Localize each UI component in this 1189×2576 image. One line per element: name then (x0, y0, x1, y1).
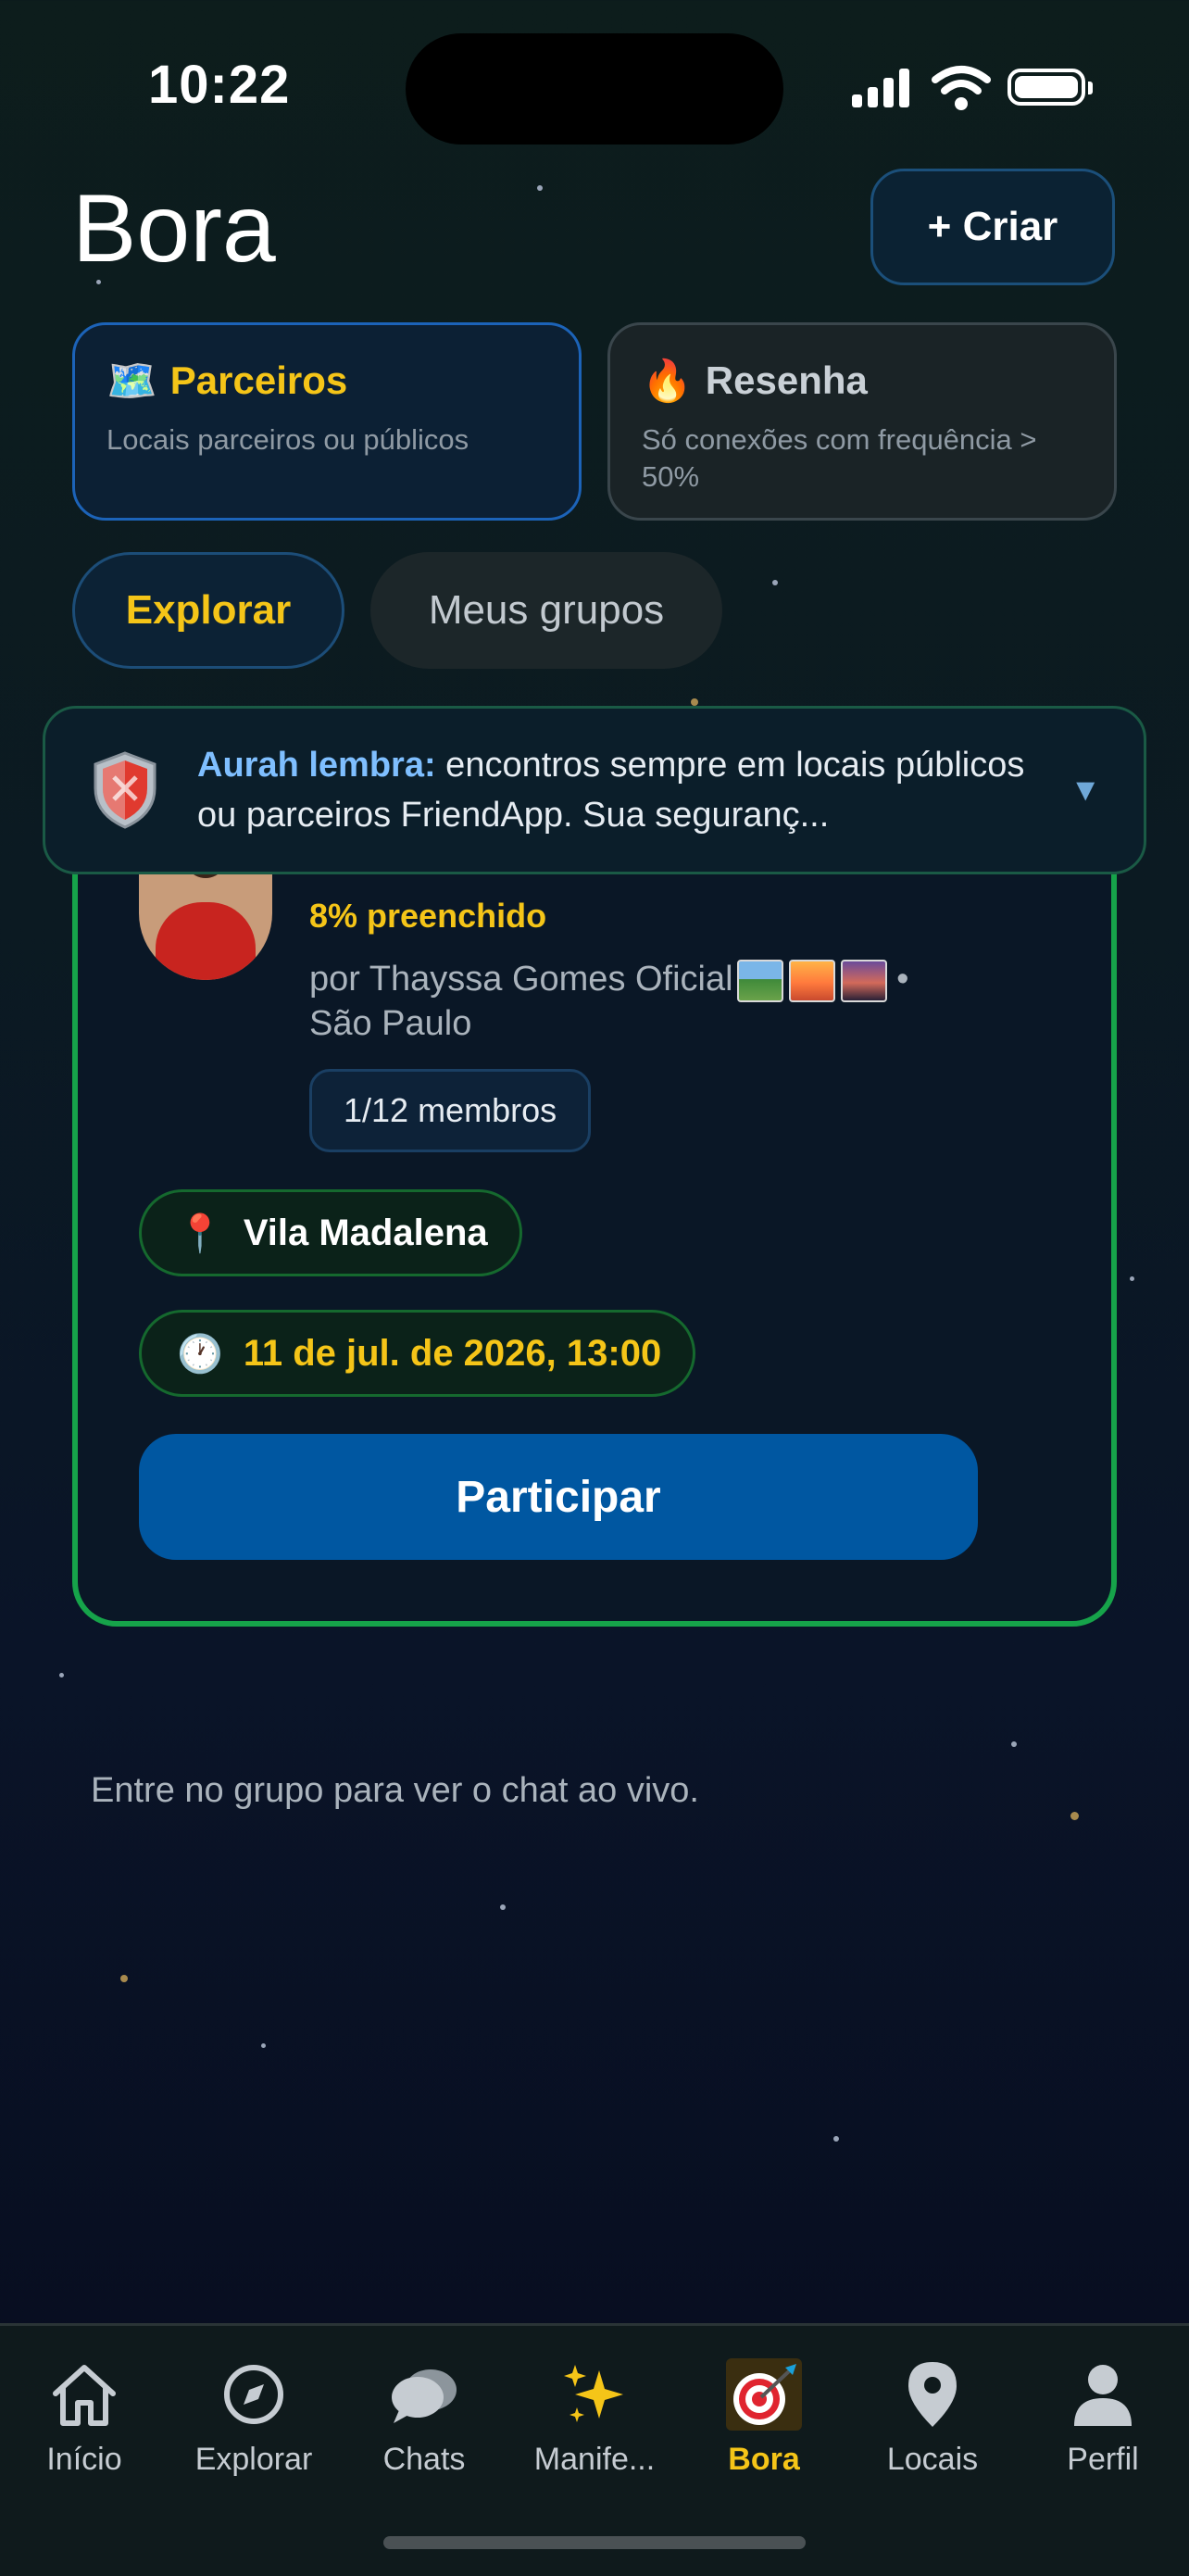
fill-percentage: 8% preenchido (309, 897, 547, 935)
compass-icon (224, 2365, 283, 2424)
location-name: Vila Madalena (243, 1212, 488, 1253)
fire-icon: 🔥 (642, 358, 693, 404)
clock-icon: 🕐 (177, 1333, 223, 1375)
chevron-down-icon[interactable]: ▼ (1070, 773, 1101, 809)
group-byline: por Thayssa Gomes Oficial • São Paulo (309, 958, 908, 1045)
location-pill: 📍 Vila Madalena (139, 1189, 522, 1276)
star-decoration (500, 1904, 506, 1910)
status-time: 10:22 (148, 55, 291, 115)
filter-subtitle: Locais parceiros ou públicos (106, 423, 469, 456)
star-decoration (772, 580, 778, 585)
star-decoration (1011, 1741, 1017, 1747)
home-indicator[interactable] (383, 2536, 806, 2549)
tab-label: Início (46, 2442, 122, 2477)
author-badges (736, 959, 887, 1002)
byline-separator: • (896, 960, 909, 999)
sunrise-icon (788, 959, 835, 1002)
star-decoration (1070, 1812, 1079, 1820)
star-decoration (120, 1975, 128, 1982)
dart-target-icon (726, 2358, 802, 2431)
star-decoration (537, 185, 543, 191)
city: São Paulo (309, 1003, 472, 1043)
create-button[interactable]: + Criar (870, 169, 1115, 285)
tab-explorar[interactable]: Explorar (175, 2344, 332, 2478)
star-decoration (1130, 1276, 1134, 1281)
filter-title: Resenha (705, 358, 868, 402)
banner-lead: Aurah lembra: (197, 746, 436, 785)
tab-label: Explorar (194, 2442, 313, 2477)
landscape-icon (736, 959, 783, 1002)
filter-subtitle: Só conexões com frequência > 50% (642, 423, 1037, 493)
shield-icon (94, 751, 156, 829)
page-title: Bora (72, 175, 276, 283)
tab-label: Manife... (533, 2442, 656, 2477)
home-icon (53, 2365, 116, 2426)
tab-manifestar[interactable]: Manife... (516, 2344, 673, 2478)
members-badge: 1/12 membros (309, 1069, 592, 1152)
segment-meus-grupos[interactable]: Meus grupos (370, 552, 722, 669)
filter-card-resenha[interactable]: 🔥 Resenha Só conexões com frequência > 50… (607, 322, 1117, 521)
sparkles-icon (564, 2365, 623, 2422)
pin-icon: 📍 (177, 1213, 223, 1254)
tab-perfil[interactable]: Perfil (1024, 2344, 1182, 2478)
tab-label: Locais (886, 2442, 979, 2477)
segment-explorar[interactable]: Explorar (72, 552, 344, 669)
safety-banner[interactable]: Aurah lembra: encontros sempre em locais… (43, 706, 1146, 874)
filter-title: Parceiros (169, 358, 348, 402)
tab-inicio[interactable]: Início (6, 2344, 163, 2478)
event-datetime: 11 de jul. de 2026, 13:00 (243, 1332, 662, 1374)
map-pin-icon (908, 2362, 957, 2427)
filter-card-parceiros[interactable]: 🗺️ Parceiros Locais parceiros ou públicos (72, 322, 582, 521)
star-decoration (691, 698, 698, 706)
night-mountain-icon (840, 959, 887, 1002)
author-name: por Thayssa Gomes Oficial (309, 960, 733, 999)
map-icon: 🗺️ (106, 358, 157, 404)
chat-locked-note: Entre no grupo para ver o chat ao vivo. (91, 1771, 699, 1810)
tab-label: Chats (382, 2442, 466, 2477)
wifi-icon (932, 66, 991, 110)
star-decoration (59, 1673, 64, 1678)
chat-bubbles-icon (392, 2369, 457, 2423)
person-icon (1074, 2365, 1132, 2426)
star-decoration (833, 2136, 839, 2142)
star-decoration (261, 2043, 266, 2048)
dynamic-island (406, 33, 783, 145)
battery-icon (1008, 69, 1093, 106)
tab-locais[interactable]: Locais (854, 2344, 1011, 2478)
tab-label: Perfil (1067, 2442, 1139, 2477)
tab-chats[interactable]: Chats (345, 2344, 503, 2478)
tab-label: Bora (728, 2442, 800, 2477)
tab-bora[interactable]: Bora (685, 2344, 843, 2478)
join-button[interactable]: Participar (139, 1434, 978, 1560)
cellular-signal-icon (852, 69, 911, 107)
datetime-pill: 🕐 11 de jul. de 2026, 13:00 (139, 1310, 696, 1397)
